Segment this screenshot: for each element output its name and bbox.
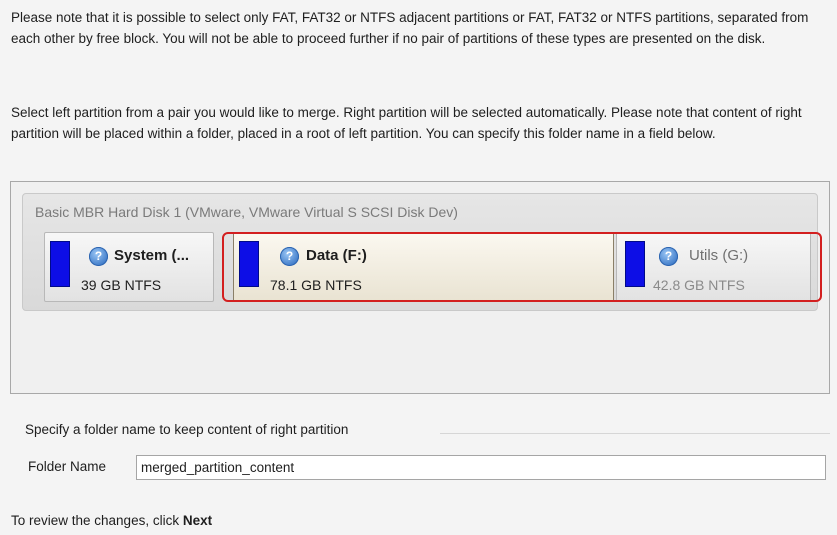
partition-bar: [625, 241, 645, 287]
disk-title: Basic MBR Hard Disk 1 (VMware, VMware Vi…: [35, 204, 458, 220]
folder-group-label: Specify a folder name to keep content of…: [25, 422, 349, 437]
partition-size: 42.8 GB NTFS: [653, 277, 745, 293]
partition-bar: [50, 241, 70, 287]
partition-name: System (...: [114, 247, 190, 264]
partition-bar: [239, 241, 259, 287]
partition-data[interactable]: ? Data (F:) 78.1 GB NTFS: [233, 232, 614, 302]
disk-panel: Basic MBR Hard Disk 1 (VMware, VMware Vi…: [22, 193, 818, 311]
instruction-paragraph-1: Please note that it is possible to selec…: [11, 10, 809, 46]
partition-system[interactable]: ? System (... 39 GB NTFS: [44, 232, 214, 302]
footer-next-emphasis: Next: [182, 513, 213, 528]
footer-hint: To review the changes, click Next: [11, 513, 212, 528]
folder-name-label: Folder Name: [28, 459, 107, 474]
partition-name: Data (F:): [306, 247, 367, 264]
disk-map-area: Basic MBR Hard Disk 1 (VMware, VMware Vi…: [10, 181, 830, 394]
partition-size: 78.1 GB NTFS: [270, 277, 362, 293]
folder-name-group: Specify a folder name to keep content of…: [10, 410, 830, 494]
help-question-icon: ?: [280, 247, 299, 266]
instruction-paragraph-2: Select left partition from a pair you wo…: [11, 105, 802, 141]
help-question-icon: ?: [659, 247, 678, 266]
group-divider: [440, 433, 830, 434]
partition-utils[interactable]: ? Utils (G:) 42.8 GB NTFS: [616, 232, 811, 302]
partition-size: 39 GB NTFS: [81, 277, 162, 293]
folder-name-input[interactable]: [136, 455, 826, 480]
help-question-icon: ?: [89, 247, 108, 266]
partition-name: Utils (G:): [689, 247, 749, 264]
footer-text: To review the changes, click: [11, 513, 183, 528]
